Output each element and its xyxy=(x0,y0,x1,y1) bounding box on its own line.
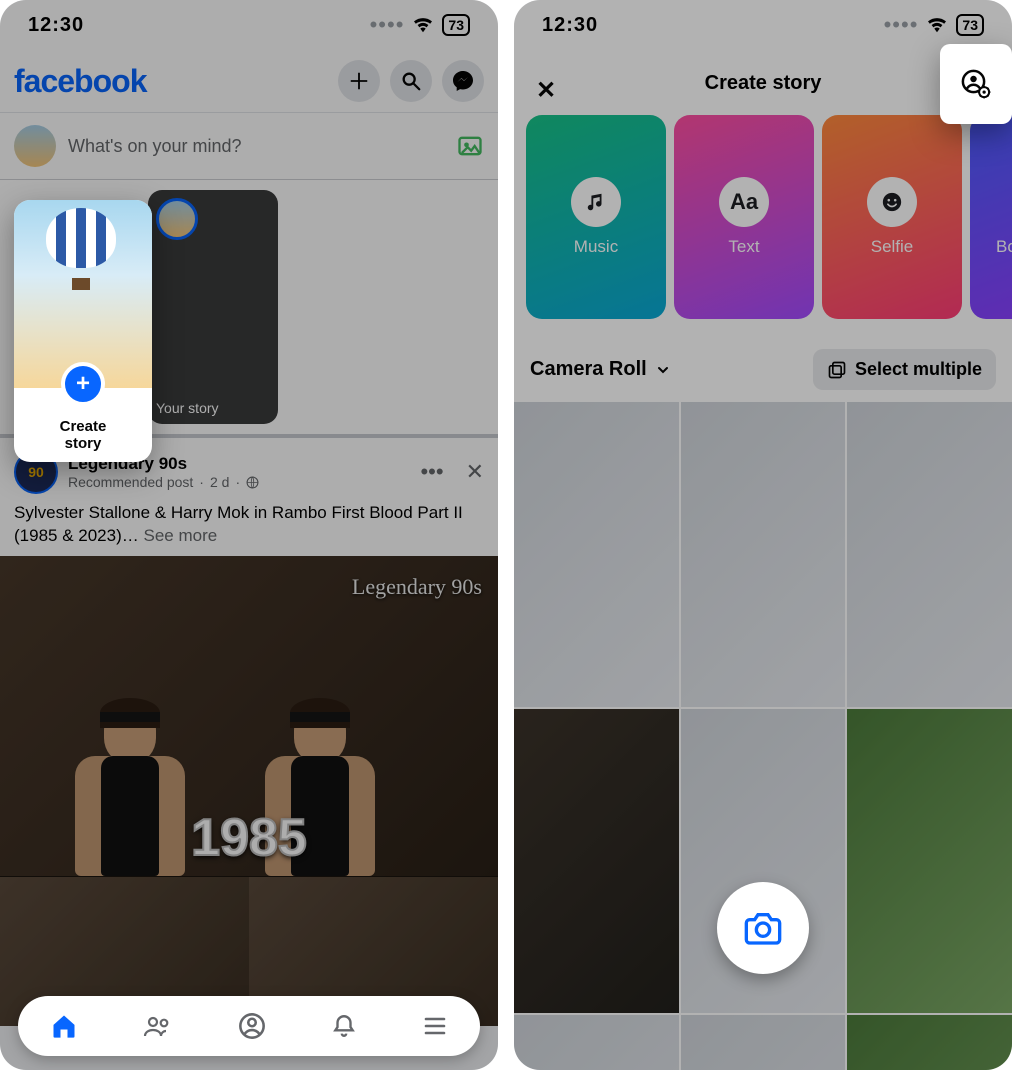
status-time: 12:30 xyxy=(542,14,598,37)
wifi-icon xyxy=(926,16,948,34)
feed-screen: 12:30 •••• 73 facebook What's on your mi… xyxy=(0,0,498,1070)
page-title: Create story xyxy=(705,72,822,94)
messenger-button[interactable] xyxy=(442,60,484,102)
see-more-link[interactable]: See more xyxy=(143,526,217,545)
photo-thumbnail[interactable] xyxy=(514,402,679,707)
your-story-label: Your story xyxy=(156,400,219,416)
select-multiple-button[interactable]: Select multiple xyxy=(813,349,996,390)
album-picker-bar: Camera Roll Select multiple xyxy=(514,337,1012,402)
globe-icon xyxy=(246,476,259,489)
battery-indicator: 73 xyxy=(442,14,470,36)
compose-button[interactable] xyxy=(338,60,380,102)
facebook-logo[interactable]: facebook xyxy=(14,63,146,100)
network-dots-icon: •••• xyxy=(370,12,405,38)
status-bar: 12:30 •••• 73 xyxy=(0,0,498,50)
music-icon xyxy=(571,177,621,227)
text-icon: Aa xyxy=(719,177,769,227)
photo-thumbnail[interactable] xyxy=(681,402,846,707)
status-time: 12:30 xyxy=(28,14,84,37)
camera-button[interactable] xyxy=(717,882,809,974)
tab-home[interactable] xyxy=(50,1012,78,1040)
create-story-card[interactable]: + Createstory xyxy=(14,200,152,462)
wifi-icon xyxy=(412,16,434,34)
create-story-screen: 12:30 •••• 73 ✕ Create story Music Aa Te… xyxy=(514,0,1012,1070)
post-meta: Recommended post · 2 d · xyxy=(68,474,259,490)
privacy-gear-icon xyxy=(961,69,991,99)
tab-notifications[interactable] xyxy=(331,1012,357,1040)
post-image[interactable]: Legendary 90s 1985 xyxy=(0,556,498,1026)
photo-thumbnail[interactable] xyxy=(514,709,679,1014)
story-avatar xyxy=(156,198,198,240)
tab-profile[interactable] xyxy=(238,1012,266,1040)
search-button[interactable] xyxy=(390,60,432,102)
status-bar: 12:30 •••• 73 xyxy=(514,0,1012,50)
gallery-icon xyxy=(827,360,847,380)
tile-music[interactable]: Music xyxy=(526,115,666,319)
post-watermark: Legendary 90s xyxy=(352,574,482,600)
network-dots-icon: •••• xyxy=(884,12,919,38)
tab-bar xyxy=(18,996,480,1056)
composer-placeholder[interactable]: What's on your mind? xyxy=(68,136,444,157)
photo-thumbnail[interactable] xyxy=(847,1015,1012,1070)
plus-icon: + xyxy=(61,362,105,406)
your-story-card[interactable]: Your story xyxy=(148,190,278,424)
chevron-down-icon xyxy=(655,362,671,378)
composer[interactable]: What's on your mind? xyxy=(0,112,498,180)
photo-icon[interactable] xyxy=(456,132,484,160)
photo-thumbnail[interactable] xyxy=(514,1015,679,1070)
tile-text[interactable]: Aa Text xyxy=(674,115,814,319)
story-settings-button[interactable] xyxy=(940,44,1012,124)
avatar[interactable] xyxy=(14,125,56,167)
battery-indicator: 73 xyxy=(956,14,984,36)
post-close-button[interactable]: ✕ xyxy=(466,459,484,485)
post-menu-button[interactable]: ••• xyxy=(420,459,443,485)
photo-thumbnail[interactable] xyxy=(847,402,1012,707)
tile-selfie[interactable]: Selfie xyxy=(822,115,962,319)
story-type-tiles: Music Aa Text Selfie Boomerang xyxy=(514,111,1012,337)
photo-thumbnail[interactable] xyxy=(847,709,1012,1014)
tab-menu[interactable] xyxy=(422,1014,448,1038)
album-selector[interactable]: Camera Roll xyxy=(530,358,671,381)
photo-thumbnail[interactable] xyxy=(681,1015,846,1070)
post-text: Sylvester Stallone & Harry Mok in Rambo … xyxy=(14,494,484,556)
close-button[interactable]: ✕ xyxy=(536,76,556,105)
tile-boomerang[interactable]: Boomerang xyxy=(970,115,1012,319)
tab-friends[interactable] xyxy=(143,1012,173,1040)
post-year-overlay: 1985 xyxy=(191,808,307,868)
selfie-icon xyxy=(867,177,917,227)
